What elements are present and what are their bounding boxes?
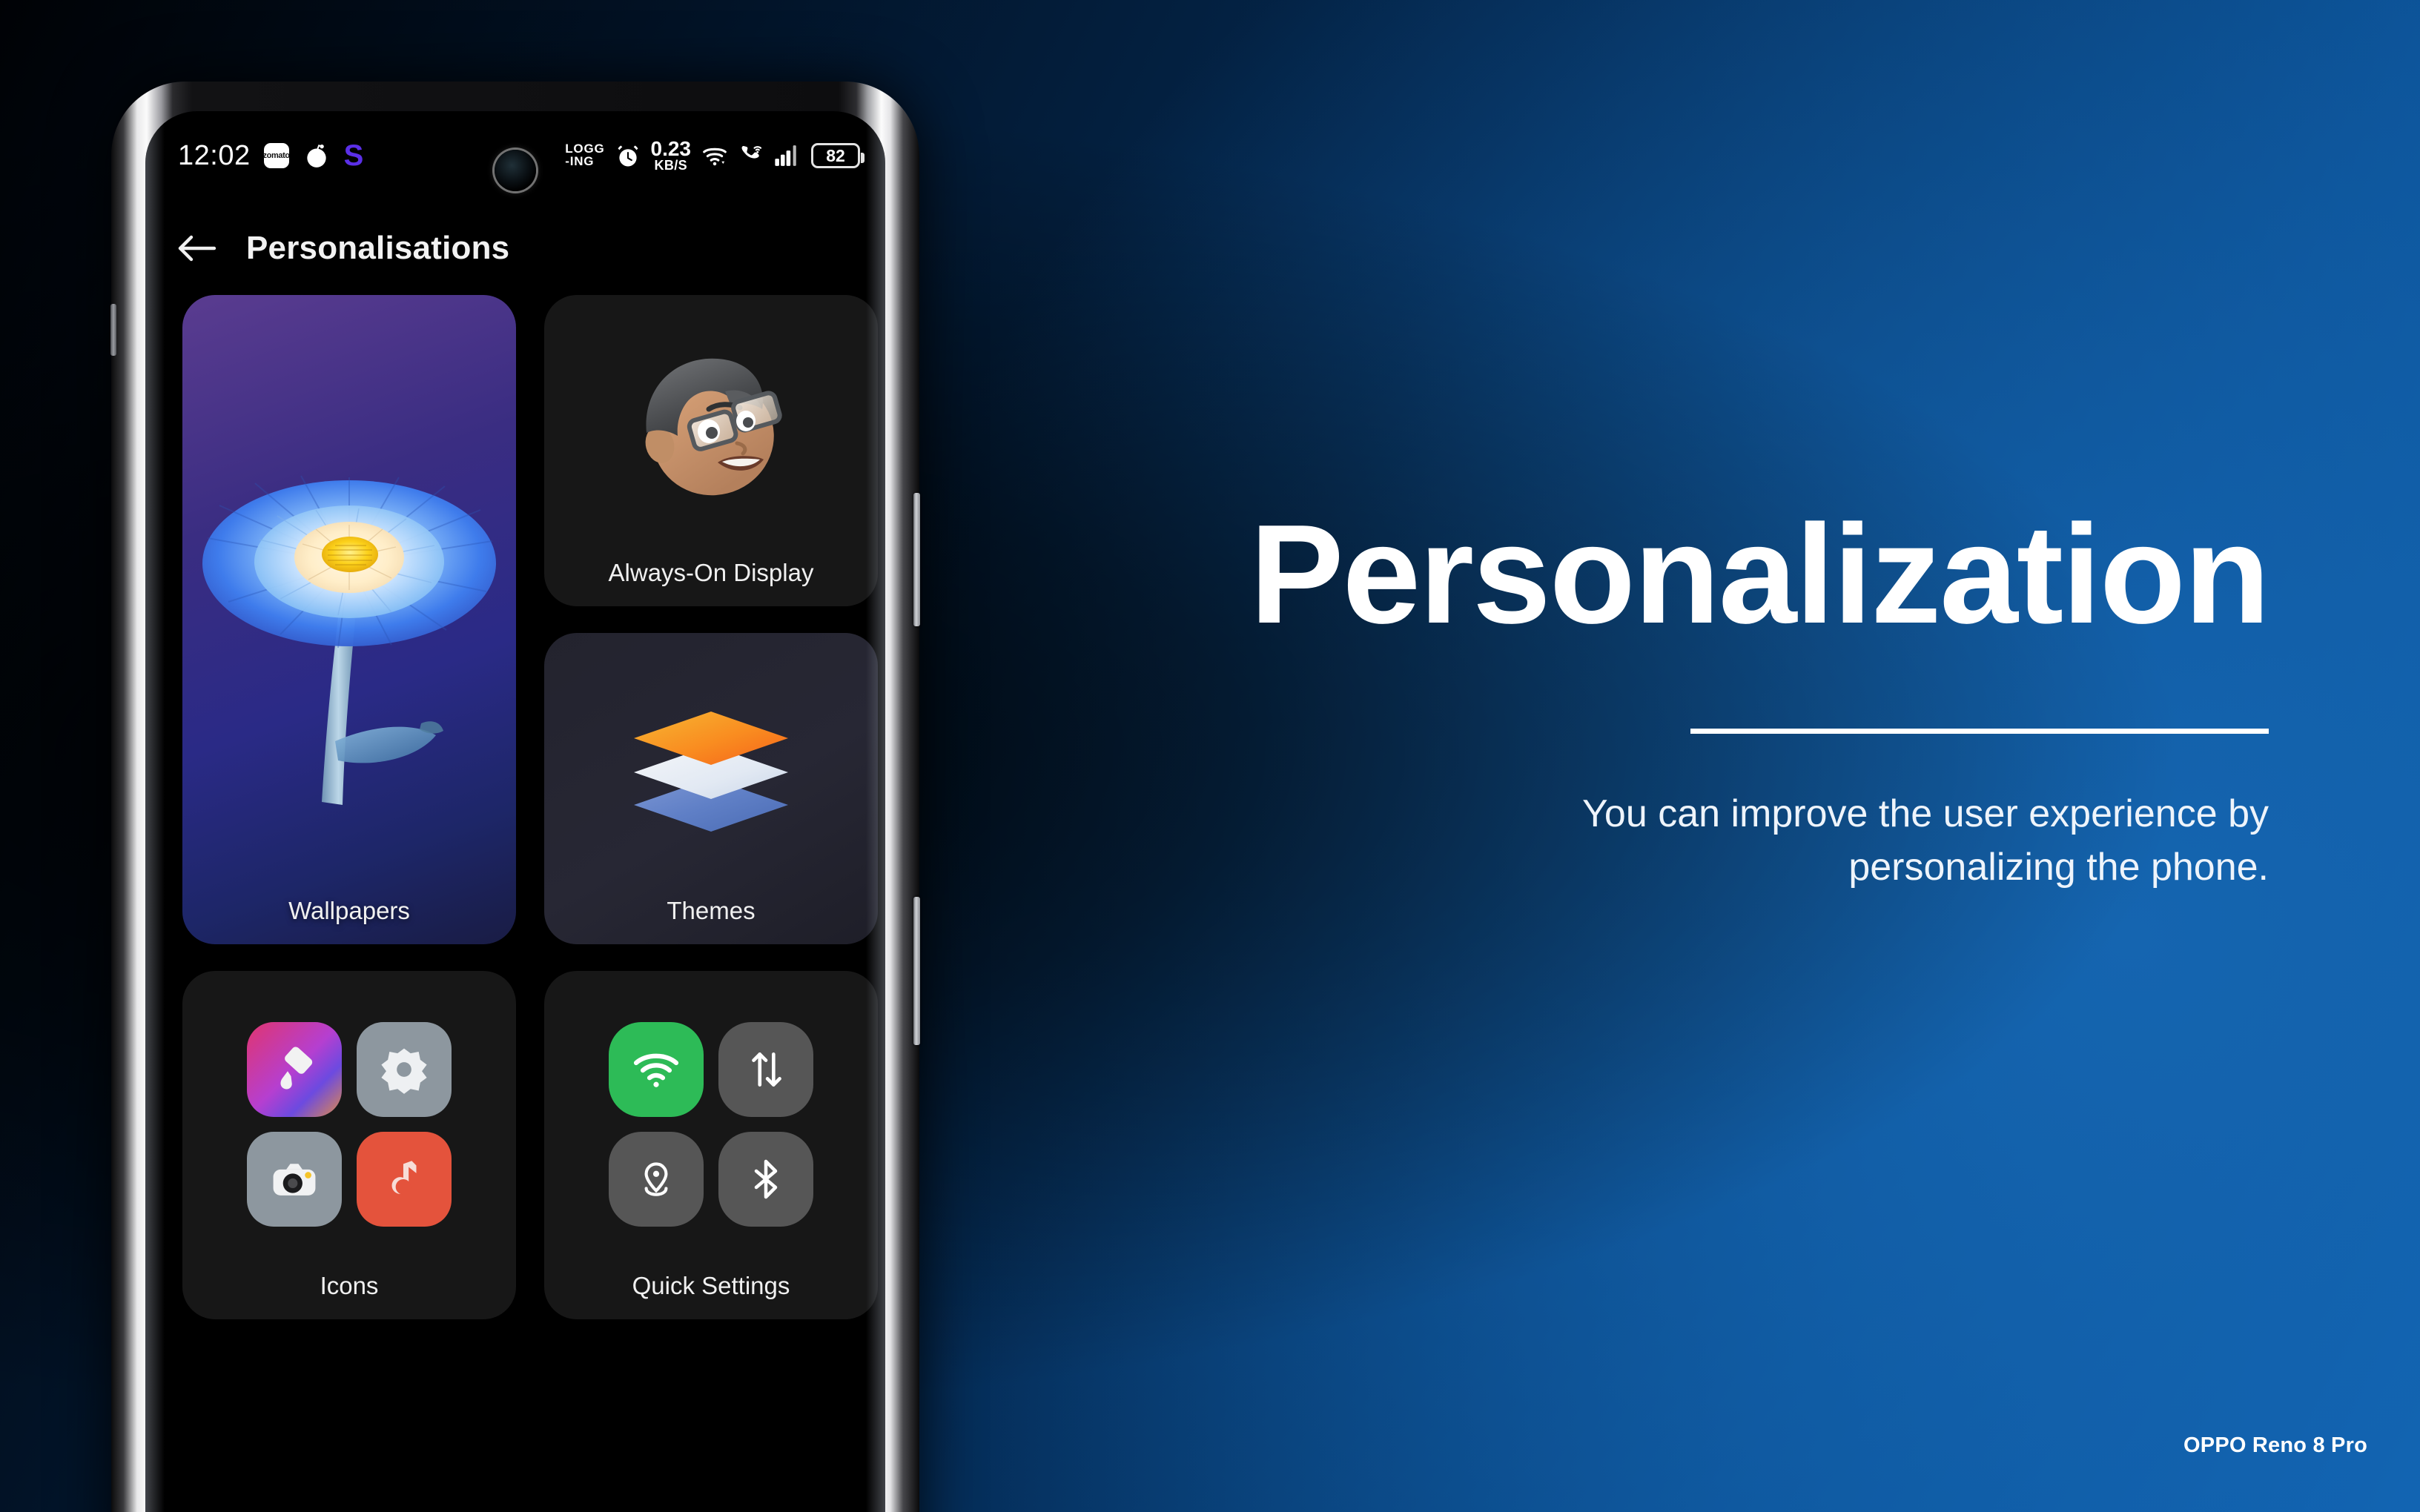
- tile-always-on-display[interactable]: Always-On Display: [544, 295, 878, 606]
- page-title: Personalisations: [246, 230, 510, 266]
- page-headline: Personalization: [1249, 496, 2270, 653]
- back-arrow-icon[interactable]: [175, 232, 218, 265]
- tile-label-wallpapers: Wallpapers: [288, 897, 410, 924]
- volume-button[interactable]: [913, 493, 920, 626]
- left-side-button[interactable]: [110, 304, 116, 356]
- mobile-data-toggle[interactable]: [718, 1021, 813, 1117]
- settings-gear-icon: [357, 1021, 452, 1117]
- personalisation-tile-grid: Wallpapers Always-On Display Themes Icon…: [182, 295, 878, 1319]
- app-icon-grid: [247, 1021, 452, 1227]
- phone-mockup: 12:02 zomato S LOGG -ING 0.23 KB/S 82 Pe…: [110, 82, 920, 1512]
- battery-indicator: 82: [811, 143, 864, 168]
- tile-themes[interactable]: Themes: [544, 633, 878, 944]
- network-speed-unit: KB/S: [654, 157, 688, 173]
- music-note-icon: [357, 1131, 452, 1227]
- paint-roller-icon: [247, 1021, 342, 1117]
- network-speed-indicator: 0.23 KB/S: [651, 139, 692, 172]
- swiggy-icon: S: [343, 139, 364, 172]
- subhead-line-2: personalizing the phone.: [1848, 845, 2269, 889]
- wifi-calling-icon: [738, 143, 764, 168]
- tile-label-icons: Icons: [320, 1272, 379, 1299]
- tile-icons[interactable]: Icons: [182, 971, 516, 1319]
- bluetooth-toggle[interactable]: [718, 1131, 813, 1227]
- cellular-signal-icon: [774, 144, 801, 168]
- memoji-avatar-icon: [645, 358, 782, 495]
- tile-quick-settings[interactable]: Quick Settings: [544, 971, 878, 1319]
- headline-divider: [1690, 729, 2269, 734]
- phone-screen: 12:02 zomato S LOGG -ING 0.23 KB/S 82 Pe…: [145, 111, 885, 1512]
- right-info-panel: Personalization You can improve the user…: [1105, 0, 2420, 1512]
- flower-wallpaper-thumbnail: [202, 475, 496, 805]
- status-time: 12:02: [178, 139, 251, 171]
- tile-wallpapers[interactable]: Wallpapers: [182, 295, 516, 944]
- subhead-line-1: You can improve the user experience by: [1582, 792, 2269, 835]
- front-camera-punch-hole: [495, 150, 536, 191]
- device-model-label: OPPO Reno 8 Pro: [2183, 1433, 2367, 1457]
- app-header: Personalisations: [145, 208, 885, 289]
- status-bar-left: 12:02 zomato S: [178, 140, 363, 172]
- quick-settings-grid: [609, 1021, 813, 1227]
- wifi-icon: [701, 142, 728, 169]
- network-speed-value: 0.23: [650, 137, 692, 161]
- tile-label-themes: Themes: [667, 897, 756, 924]
- camera-icon: [247, 1131, 342, 1227]
- logging-indicator: LOGG -ING: [565, 142, 605, 168]
- wifi-toggle[interactable]: [609, 1021, 704, 1117]
- alarm-clock-icon: [615, 143, 641, 168]
- stacked-layers-icon: [634, 712, 788, 832]
- location-toggle[interactable]: [609, 1131, 704, 1227]
- power-button[interactable]: [913, 897, 920, 1045]
- tile-label-quick-settings: Quick Settings: [632, 1272, 790, 1299]
- reddit-icon: [302, 142, 331, 170]
- screen-edge-glow-left: [145, 111, 165, 1512]
- zomato-icon: zomato: [263, 143, 290, 168]
- tile-label-aod: Always-On Display: [608, 559, 814, 586]
- page-subhead: You can improve the user experience by p…: [1327, 788, 2269, 895]
- status-bar-right: LOGG -ING 0.23 KB/S 82: [565, 139, 864, 172]
